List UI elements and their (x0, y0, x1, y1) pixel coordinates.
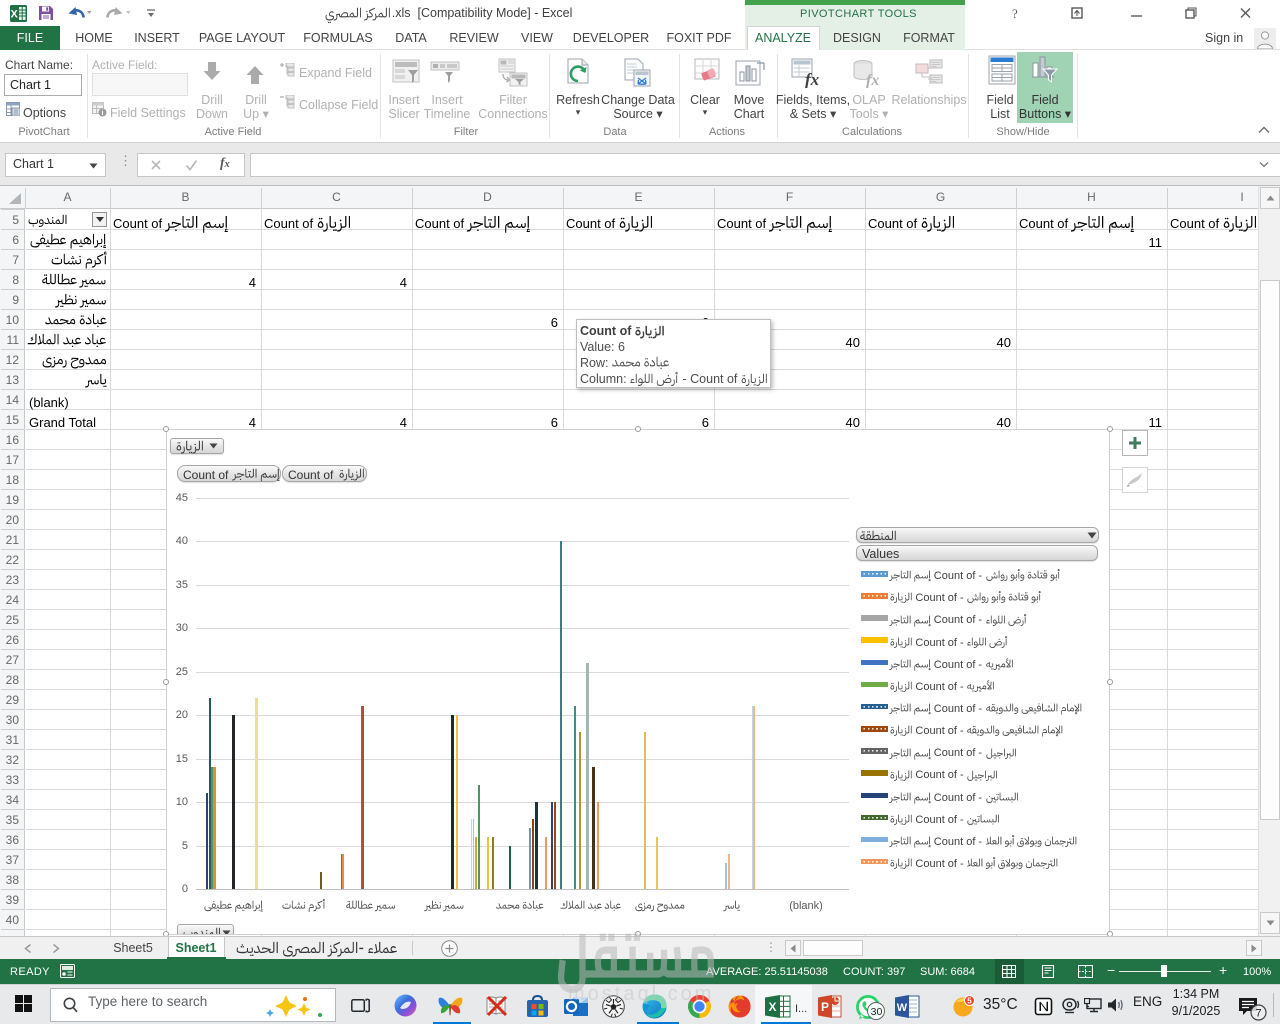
svg-text:?: ? (1012, 6, 1018, 21)
svg-text:X: X (11, 9, 19, 21)
svg-text:5: 5 (967, 996, 972, 1005)
svg-text:7: 7 (1255, 1008, 1261, 1020)
svg-text:P: P (821, 1000, 829, 1014)
svg-text:fx: fx (866, 72, 879, 88)
svg-text:i: i (102, 110, 104, 117)
svg-text:fx: fx (805, 70, 820, 88)
svg-text:X: X (768, 1000, 776, 1014)
svg-text:W: W (897, 1002, 908, 1014)
